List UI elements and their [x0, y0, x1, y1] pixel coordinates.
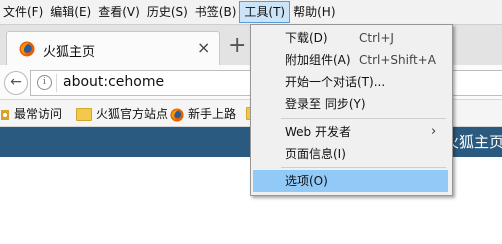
menu-edit[interactable]: 编辑(E) [46, 1, 95, 23]
menu-help[interactable]: 帮助(H) [289, 1, 339, 23]
url-separator [56, 74, 57, 92]
menu-item-shortcut: Ctrl+Shift+A [359, 53, 436, 67]
menu-item-page-info[interactable]: 页面信息(I) [253, 143, 448, 165]
url-text[interactable]: about:cehome [63, 74, 164, 90]
bookmark-firefox-site[interactable]: 火狐官方站点 [76, 105, 168, 122]
bookmark-label: 火狐官方站点 [96, 107, 169, 121]
menu-item-options[interactable]: 选项(O) [253, 170, 448, 192]
menu-item-downloads[interactable]: 下载(D) Ctrl+J [253, 27, 448, 49]
menu-item-label: 下载(D) [285, 31, 328, 45]
menu-file[interactable]: 文件(F) [0, 1, 47, 23]
new-tab-button[interactable]: + [228, 35, 246, 57]
tools-menu: 下载(D) Ctrl+J 附加组件(A) Ctrl+Shift+A 开始一个对话… [250, 24, 453, 196]
menu-view[interactable]: 查看(V) [94, 1, 144, 23]
firefox-icon [19, 41, 35, 57]
bookmark-most-visited[interactable]: 最常访问 [0, 105, 62, 122]
menu-item-label: 页面信息(I) [285, 147, 346, 161]
menu-separator [281, 118, 446, 119]
bookmark-label: 新手上路 [188, 107, 237, 121]
menu-item-label: 附加组件(A) [285, 53, 351, 67]
menu-bookmarks[interactable]: 书签(B) [191, 1, 241, 23]
folder-icon [76, 108, 92, 121]
tab-title: 火狐主页 [43, 45, 96, 60]
menu-item-addons[interactable]: 附加组件(A) Ctrl+Shift+A [253, 49, 448, 71]
menu-item-start-conversation[interactable]: 开始一个对话(T)... [253, 71, 448, 93]
menu-separator [281, 167, 446, 168]
firefox-icon [170, 107, 184, 122]
tab-cehome[interactable]: 火狐主页 × [6, 31, 220, 66]
menu-history[interactable]: 历史(S) [143, 1, 192, 23]
menu-item-shortcut: Ctrl+J [359, 31, 394, 45]
menu-item-label: Web 开发者 [285, 125, 351, 139]
tab-close-icon[interactable]: × [197, 38, 210, 57]
menu-item-sync-login[interactable]: 登录至 同步(Y) [253, 93, 448, 115]
menu-item-label: 选项(O) [285, 174, 328, 188]
back-button[interactable]: ← [4, 71, 28, 95]
submenu-arrow-icon: › [431, 124, 437, 139]
bookmark-label: 最常访问 [14, 107, 63, 121]
menu-item-label: 登录至 同步(Y) [285, 97, 366, 111]
bookmark-gear-icon [1, 109, 9, 120]
menu-item-web-developer[interactable]: Web 开发者 › [253, 121, 448, 143]
menu-bar: 文件(F) 编辑(E) 查看(V) 历史(S) 书签(B) 工具(T) 帮助(H… [0, 0, 502, 25]
menu-item-label: 开始一个对话(T)... [285, 75, 386, 89]
bookmark-getting-started[interactable]: 新手上路 [170, 105, 236, 122]
menu-tools[interactable]: 工具(T) [239, 1, 291, 23]
site-info-icon[interactable]: i [37, 75, 52, 90]
